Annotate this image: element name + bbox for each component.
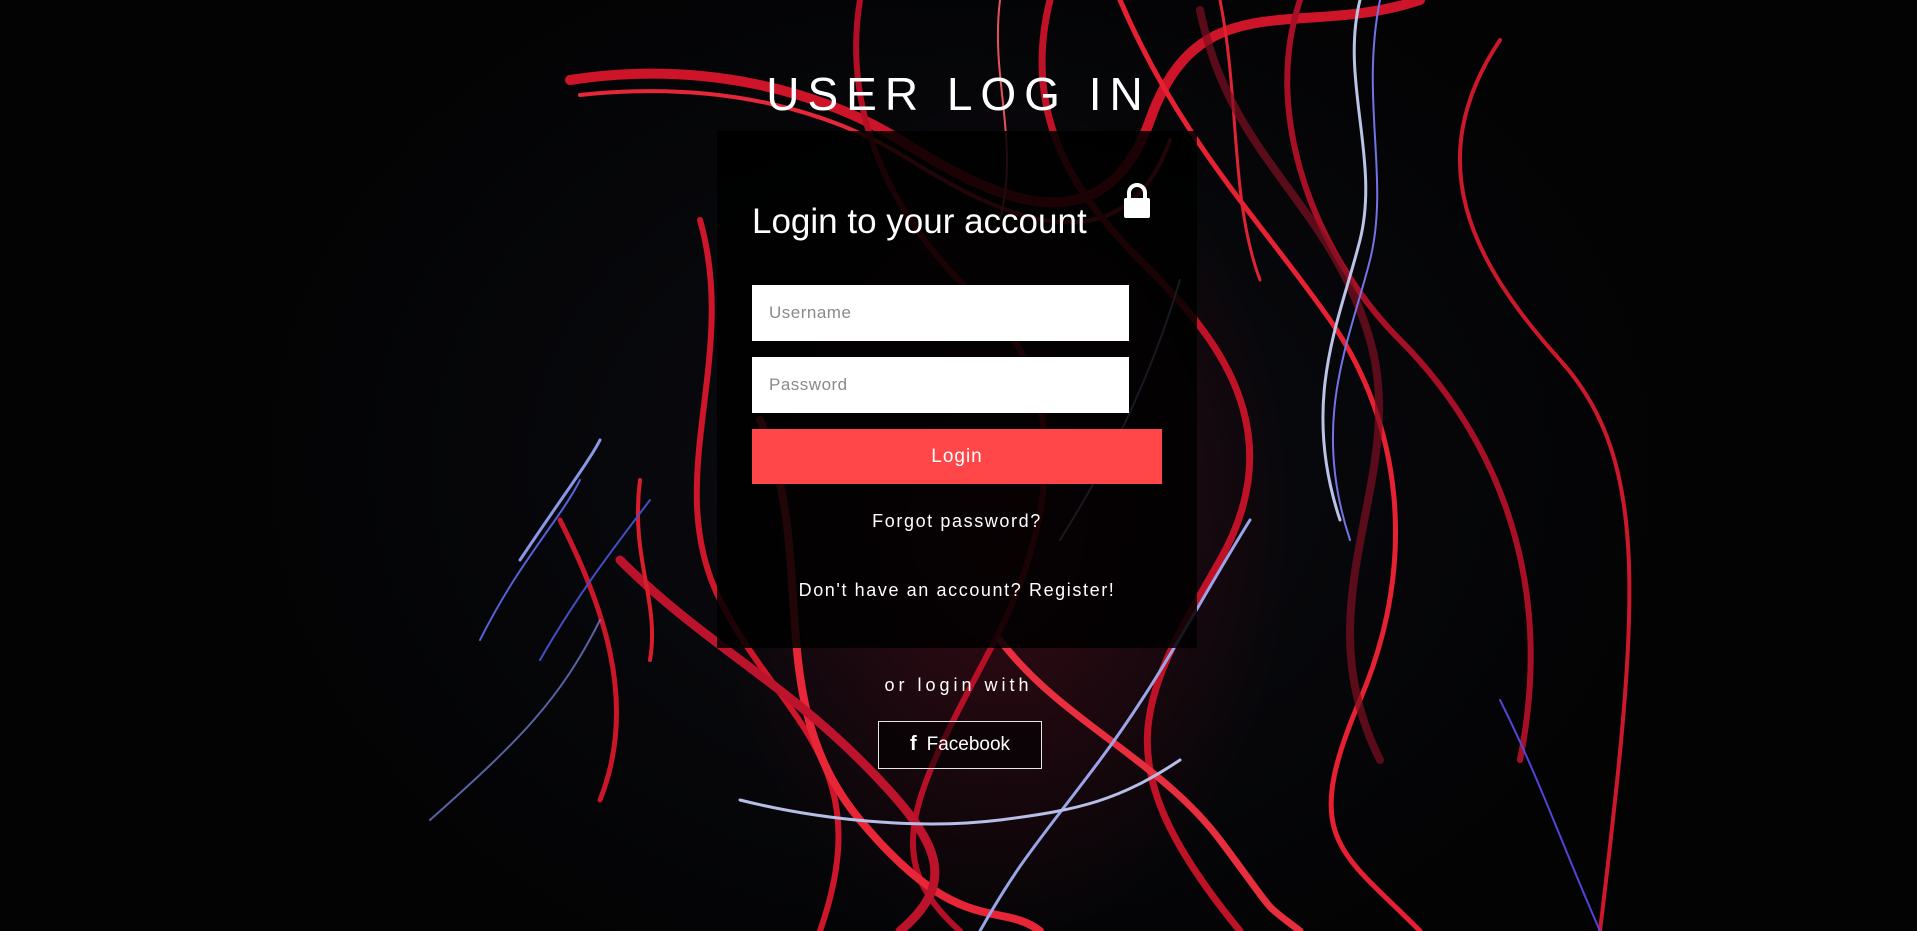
login-page: USER LOG IN Login to your account Login … — [0, 0, 1917, 931]
page-title: USER LOG IN — [766, 68, 1151, 120]
facebook-login-button[interactable]: f Facebook — [878, 721, 1042, 769]
login-button[interactable]: Login — [752, 429, 1162, 484]
register-link[interactable]: Don't have an account? Register! — [717, 579, 1197, 601]
login-heading: Login to your account — [752, 202, 1087, 241]
facebook-label: Facebook — [926, 734, 1011, 755]
lock-icon — [1124, 183, 1150, 218]
username-input[interactable] — [752, 285, 1129, 341]
login-card: Login to your account Login Forgot passw… — [717, 131, 1197, 648]
or-login-with-label: or login with — [884, 675, 1033, 695]
password-input[interactable] — [752, 357, 1129, 413]
facebook-icon: f — [909, 733, 917, 755]
forgot-password-link[interactable]: Forgot password? — [717, 510, 1197, 532]
